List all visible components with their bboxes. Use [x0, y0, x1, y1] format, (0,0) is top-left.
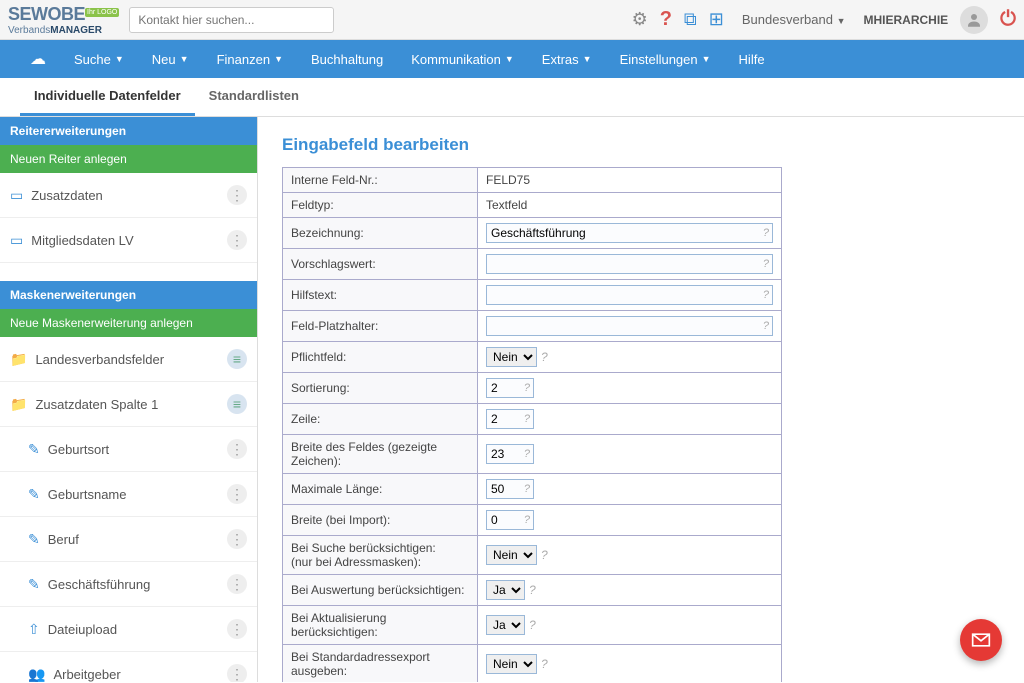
- sidebar-item-zusatzdaten[interactable]: ▭Zusatzdaten⋮: [0, 173, 257, 218]
- sidebar-item-arbeitgeber[interactable]: 👥Arbeitgeber⋮: [0, 652, 257, 682]
- pflichtfeld-select[interactable]: Nein: [486, 347, 537, 367]
- topbar: SEWOBEIhr LOGO VerbandsMANAGER ⚙ ? ⧉ ⊞ B…: [0, 0, 1024, 40]
- more-icon[interactable]: ≡: [227, 394, 247, 414]
- avatar[interactable]: [960, 6, 988, 34]
- form-title: Eingabefeld bearbeiten: [282, 135, 1000, 155]
- nav-hilfe[interactable]: Hilfe: [739, 52, 765, 67]
- bei-standardexport-select[interactable]: Nein: [486, 654, 537, 674]
- edit-icon: ✎: [28, 486, 40, 503]
- main-nav: ☁ Suche▼ Neu▼ Finanzen▼ Buchhaltung Komm…: [0, 40, 1024, 78]
- org-selector[interactable]: Bundesverband ▼: [736, 9, 852, 30]
- upload-icon: ⇧: [28, 621, 40, 638]
- more-icon[interactable]: ⋮: [227, 439, 247, 459]
- help-hint-icon[interactable]: ?: [541, 548, 548, 562]
- nav-finanzen[interactable]: Finanzen▼: [217, 52, 283, 67]
- help-hint-icon[interactable]: ?: [529, 583, 536, 597]
- field-form: Interne Feld-Nr.:FELD75 Feldtyp:Textfeld…: [282, 167, 782, 682]
- nav-extras[interactable]: Extras▼: [542, 52, 592, 67]
- content: Eingabefeld bearbeiten Interne Feld-Nr.:…: [258, 117, 1024, 682]
- gear-icon[interactable]: ⚙: [632, 9, 648, 30]
- hilfstext-input[interactable]: [486, 285, 773, 305]
- interne-feldnr-value: FELD75: [478, 168, 782, 193]
- help-hint-icon[interactable]: ?: [763, 289, 769, 301]
- folder-icon: 📁: [10, 351, 27, 368]
- bezeichnung-input[interactable]: [486, 223, 773, 243]
- logout-icon[interactable]: ⏻: [1000, 8, 1016, 31]
- sidebar-folder-landesverbandsfelder[interactable]: 📁Landesverbandsfelder≡: [0, 337, 257, 382]
- more-icon[interactable]: ⋮: [227, 619, 247, 639]
- help-hint-icon[interactable]: ?: [524, 413, 530, 425]
- sidebar: Reitererweiterungen Neuen Reiter anlegen…: [0, 117, 258, 682]
- section-reitererweiterungen: Reitererweiterungen: [0, 117, 257, 145]
- tab-icon: ▭: [10, 232, 23, 249]
- nav-home-icon[interactable]: ☁: [30, 49, 46, 69]
- envelope-icon: [971, 630, 991, 650]
- nav-neu[interactable]: Neu▼: [152, 52, 189, 67]
- section-maskenerweiterungen: Maskenerweiterungen: [0, 281, 257, 309]
- help-hint-icon[interactable]: ?: [524, 448, 530, 460]
- devices-icon[interactable]: ⧉: [684, 9, 697, 30]
- tab-individuelle-datenfelder[interactable]: Individuelle Datenfelder: [20, 78, 195, 116]
- sidebar-item-mitgliedsdaten[interactable]: ▭Mitgliedsdaten LV⋮: [0, 218, 257, 263]
- logo-badge: Ihr LOGO: [85, 8, 119, 17]
- sidebar-item-geschaeftsfuehrung[interactable]: ✎Geschäftsführung⋮: [0, 562, 257, 607]
- bei-suche-select[interactable]: Nein: [486, 545, 537, 565]
- search-box: [129, 7, 334, 33]
- search-input[interactable]: [129, 7, 334, 33]
- tab-standardlisten[interactable]: Standardlisten: [195, 78, 313, 116]
- help-icon[interactable]: ?: [660, 8, 672, 31]
- sidebar-item-dateiupload[interactable]: ⇧Dateiupload⋮: [0, 607, 257, 652]
- sidebar-item-geburtsname[interactable]: ✎Geburtsname⋮: [0, 472, 257, 517]
- help-hint-icon[interactable]: ?: [524, 483, 530, 495]
- new-reiter-button[interactable]: Neuen Reiter anlegen: [0, 145, 257, 173]
- vorschlagswert-input[interactable]: [486, 254, 773, 274]
- more-icon[interactable]: ⋮: [227, 529, 247, 549]
- folder-icon: 📁: [10, 396, 27, 413]
- help-hint-icon[interactable]: ?: [763, 227, 769, 239]
- edit-icon: ✎: [28, 441, 40, 458]
- help-hint-icon[interactable]: ?: [541, 657, 548, 671]
- bei-aktualisierung-select[interactable]: Ja: [486, 615, 525, 635]
- edit-icon: ✎: [28, 531, 40, 548]
- more-icon[interactable]: ⋮: [227, 574, 247, 594]
- help-hint-icon[interactable]: ?: [524, 514, 530, 526]
- people-icon: 👥: [28, 666, 45, 683]
- feldtyp-value: Textfeld: [478, 193, 782, 218]
- more-icon[interactable]: ⋮: [227, 484, 247, 504]
- nav-buchhaltung[interactable]: Buchhaltung: [311, 52, 383, 67]
- platzhalter-input[interactable]: [486, 316, 773, 336]
- bei-auswertung-select[interactable]: Ja: [486, 580, 525, 600]
- more-icon[interactable]: ≡: [227, 349, 247, 369]
- edit-icon: ✎: [28, 576, 40, 593]
- logo-main: SEWOBE: [8, 4, 85, 24]
- new-masken-button[interactable]: Neue Maskenerweiterung anlegen: [0, 309, 257, 337]
- help-hint-icon[interactable]: ?: [763, 258, 769, 270]
- more-icon[interactable]: ⋮: [227, 185, 247, 205]
- hierarchy-icon[interactable]: ⊞: [709, 9, 724, 30]
- help-hint-icon[interactable]: ?: [541, 350, 548, 364]
- tab-icon: ▭: [10, 187, 23, 204]
- nav-einstellungen[interactable]: Einstellungen▼: [620, 52, 711, 67]
- more-icon[interactable]: ⋮: [227, 230, 247, 250]
- user-label: MHIERARCHIE: [864, 13, 949, 27]
- nav-kommunikation[interactable]: Kommunikation▼: [411, 52, 514, 67]
- sidebar-item-geburtsort[interactable]: ✎Geburtsort⋮: [0, 427, 257, 472]
- nav-suche[interactable]: Suche▼: [74, 52, 124, 67]
- sidebar-folder-zusatzdaten-spalte1[interactable]: 📁Zusatzdaten Spalte 1≡: [0, 382, 257, 427]
- help-hint-icon[interactable]: ?: [524, 382, 530, 394]
- help-hint-icon[interactable]: ?: [763, 320, 769, 332]
- more-icon[interactable]: ⋮: [227, 664, 247, 682]
- help-hint-icon[interactable]: ?: [529, 618, 536, 632]
- logo[interactable]: SEWOBEIhr LOGO VerbandsMANAGER: [8, 4, 119, 36]
- sidebar-item-beruf[interactable]: ✎Beruf⋮: [0, 517, 257, 562]
- chat-fab-button[interactable]: [960, 619, 1002, 661]
- subtabs: Individuelle Datenfelder Standardlisten: [0, 78, 1024, 117]
